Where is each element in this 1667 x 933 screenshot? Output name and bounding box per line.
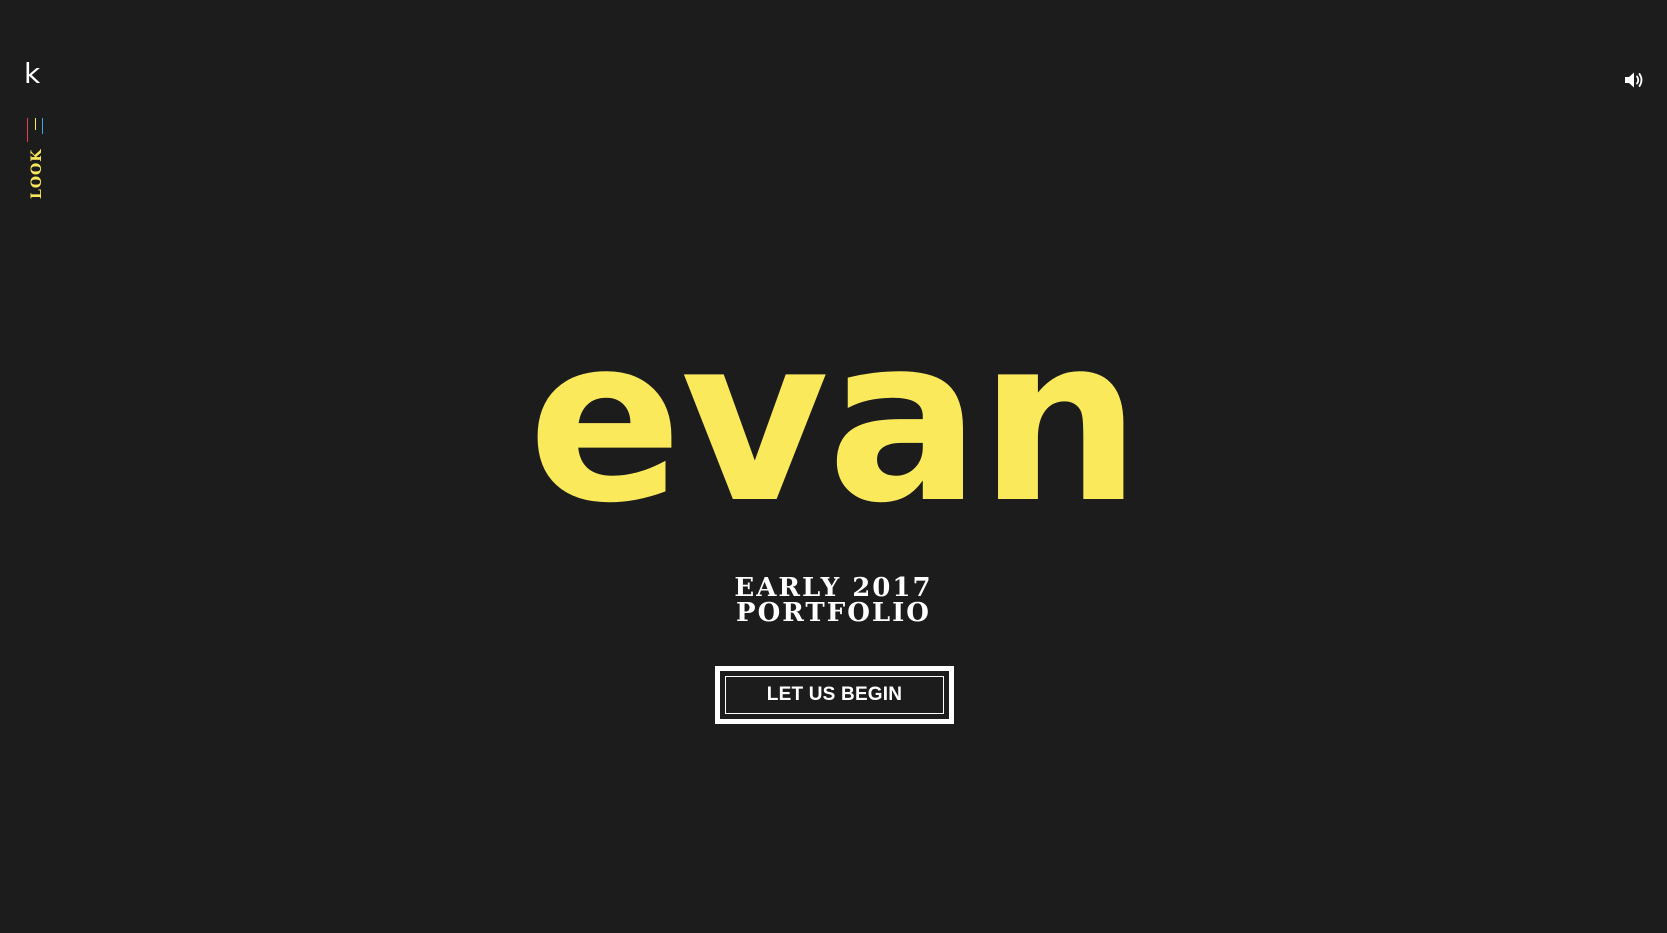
hero-name: evan	[527, 287, 1141, 553]
hero-section: evan EARLY 2017 PORTFOLIO LET US BEGIN	[0, 0, 1667, 933]
portfolio-subtitle: EARLY 2017 PORTFOLIO	[0, 575, 1667, 628]
let-us-begin-button[interactable]: LET US BEGIN	[715, 666, 954, 724]
begin-button-label: LET US BEGIN	[725, 676, 944, 714]
subtitle-line-2: PORTFOLIO	[736, 598, 931, 628]
